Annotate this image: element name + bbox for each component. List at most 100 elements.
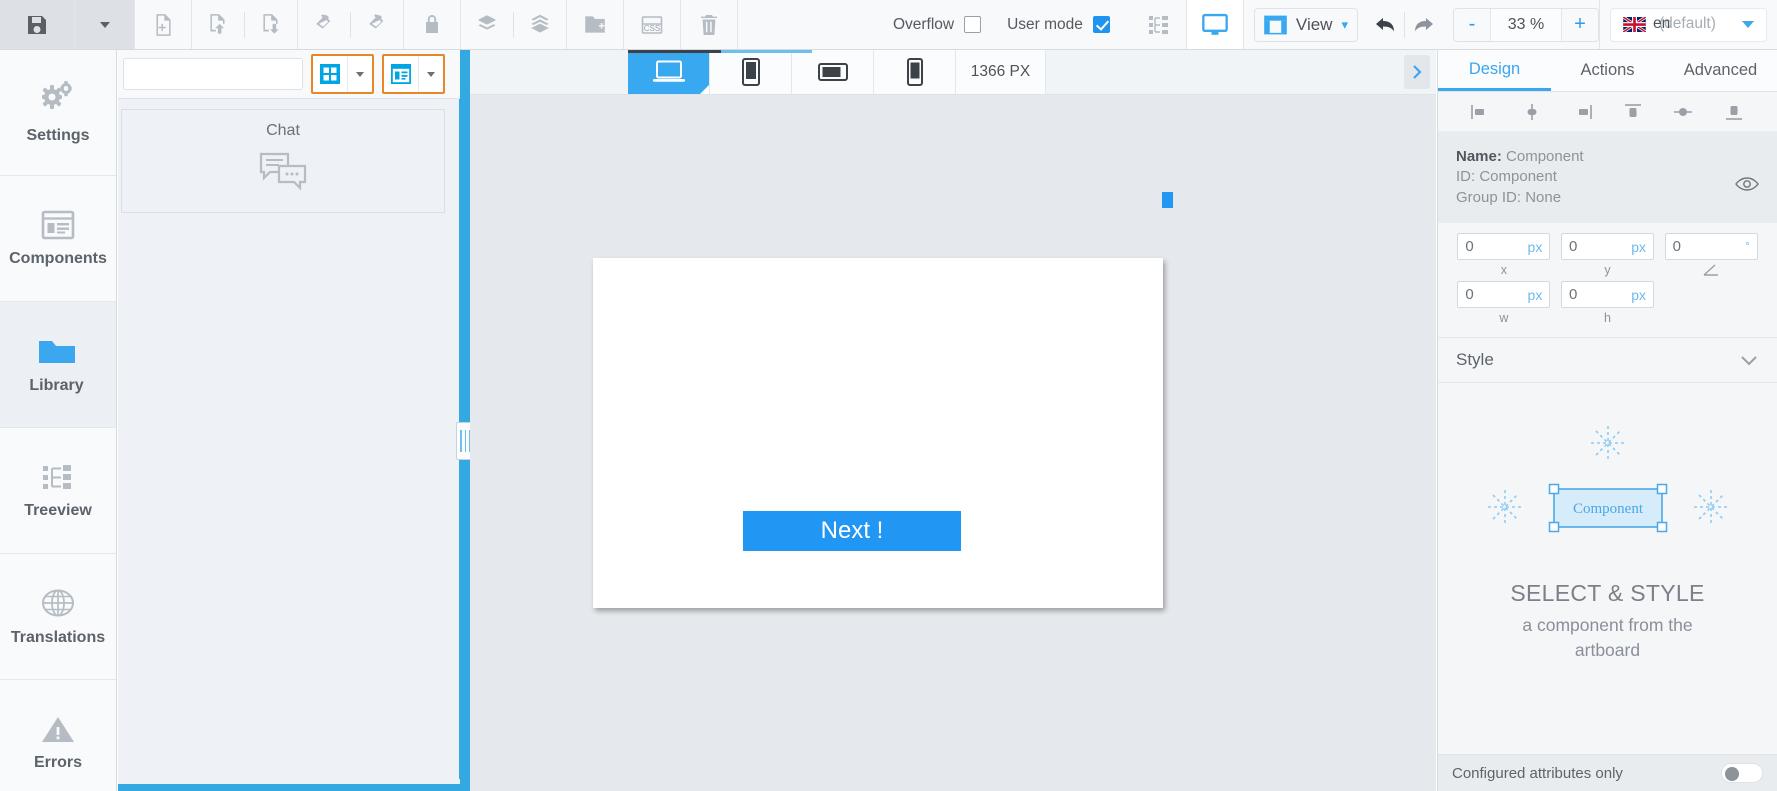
artboard-resize-handle[interactable] — [1162, 192, 1173, 208]
empty-state-subtitle-line2: artboard — [1575, 640, 1640, 660]
artboard[interactable]: Next ! — [593, 258, 1163, 608]
undo-button[interactable] — [1368, 14, 1404, 36]
angle-unit: ° — [1745, 241, 1749, 253]
x-input[interactable]: 0 px — [1457, 233, 1550, 260]
trash-icon — [697, 13, 721, 37]
panel-splitter[interactable] — [460, 50, 470, 791]
apply-style-button[interactable] — [298, 12, 350, 37]
angle-label — [1702, 263, 1720, 279]
language-selector[interactable]: (default) en — [1610, 8, 1767, 42]
w-label: w — [1499, 311, 1508, 327]
warning-icon — [40, 714, 76, 744]
h-input[interactable]: 0 px — [1561, 281, 1654, 308]
align-left-icon[interactable] — [1470, 102, 1492, 122]
device-tablet-landscape-button[interactable] — [792, 50, 874, 94]
gears-icon — [38, 81, 78, 117]
grid-view-dropdown-button[interactable] — [347, 56, 372, 92]
tab-design[interactable]: Design — [1438, 50, 1551, 91]
eye-icon[interactable] — [1735, 176, 1759, 192]
list-view-control — [382, 54, 445, 94]
delete-button[interactable] — [681, 0, 738, 49]
align-center-horizontal-icon[interactable] — [1521, 102, 1543, 122]
monitor-icon — [1201, 11, 1229, 39]
treeview-toggle-button[interactable] — [1132, 0, 1187, 49]
device-width-label: 1366 PX — [956, 50, 1046, 94]
layers-up-icon — [527, 12, 553, 38]
zoom-out-button[interactable]: - — [1454, 9, 1490, 41]
sidebar-item-components[interactable]: Components — [0, 176, 116, 302]
overflow-toggle[interactable]: Overflow — [885, 0, 989, 49]
next-button[interactable]: Next ! — [743, 511, 961, 551]
field-y: 0 px y — [1556, 233, 1660, 279]
tab-advanced[interactable]: Advanced — [1664, 50, 1777, 91]
export-file-button[interactable] — [245, 12, 297, 38]
top-toolbar: CSS Overflow User mode — [0, 0, 1777, 50]
list-view-button[interactable] — [384, 56, 418, 92]
bring-forward-button[interactable] — [514, 12, 566, 38]
y-input[interactable]: 0 px — [1561, 233, 1654, 260]
sidebar-item-settings[interactable]: Settings — [0, 50, 116, 176]
language-cell: (default) en — [1600, 0, 1777, 49]
collapse-inspector-button[interactable] — [1404, 55, 1430, 89]
align-right-icon[interactable] — [1571, 102, 1593, 122]
paint-bucket-icon — [312, 12, 337, 37]
redo-icon — [1411, 14, 1435, 36]
list-view-dropdown-button[interactable] — [418, 56, 443, 92]
illustration-label: Component — [1573, 501, 1644, 517]
view-menu-cell: View ▾ - 33 % + — [1244, 0, 1600, 49]
tab-actions[interactable]: Actions — [1551, 50, 1664, 91]
position-fields-row: 0 px x 0 px y 0 ° — [1438, 223, 1777, 281]
device-desktop-button[interactable] — [628, 50, 710, 94]
sidebar-item-treeview[interactable]: Treeview — [0, 428, 116, 554]
field-w: 0 px w — [1452, 281, 1556, 327]
device-phone-button[interactable] — [874, 50, 956, 94]
import-export-group — [192, 0, 298, 49]
overflow-checkbox[interactable] — [964, 16, 981, 33]
send-backward-button[interactable] — [461, 12, 513, 38]
css-button[interactable]: CSS — [624, 0, 681, 49]
sidebar-item-errors[interactable]: Errors — [0, 680, 116, 791]
preview-monitor-button[interactable] — [1187, 0, 1244, 49]
save-dropdown-button[interactable] — [75, 0, 135, 49]
save-button[interactable] — [0, 0, 75, 49]
add-folder-button[interactable] — [567, 0, 624, 49]
search-input[interactable] — [132, 66, 313, 82]
x-value: 0 — [1465, 238, 1473, 255]
library-toolbar — [118, 50, 466, 99]
view-button[interactable]: View ▾ — [1254, 8, 1358, 42]
configured-attributes-toggle[interactable] — [1721, 763, 1763, 783]
align-center-vertical-icon[interactable] — [1672, 102, 1694, 122]
lock-button[interactable] — [404, 0, 461, 49]
device-tablet-portrait-button[interactable] — [710, 50, 792, 94]
toggle-knob — [1725, 767, 1739, 781]
configured-attributes-label: Configured attributes only — [1452, 765, 1623, 782]
canvas-area[interactable]: 1366 PX Next ! — [470, 50, 1436, 791]
angle-input[interactable]: 0 ° — [1665, 233, 1758, 260]
device-toolbar-left-gap — [470, 50, 628, 94]
align-bottom-icon[interactable] — [1723, 102, 1745, 122]
import-file-button[interactable] — [192, 12, 244, 38]
align-top-icon[interactable] — [1622, 102, 1644, 122]
sidebar-item-translations[interactable]: Translations — [0, 554, 116, 680]
x-unit: px — [1528, 239, 1543, 255]
css-icon: CSS — [639, 12, 665, 38]
chevron-down-icon — [1742, 21, 1754, 28]
component-group-label: Group ID: — [1456, 189, 1521, 206]
zoom-in-button[interactable]: + — [1562, 9, 1598, 41]
grid-view-button[interactable] — [313, 56, 347, 92]
library-horizontal-scrollbar[interactable] — [118, 784, 460, 791]
new-file-button[interactable] — [135, 0, 192, 49]
laptop-icon — [652, 59, 686, 85]
select-style-illustration: Component — [1477, 421, 1739, 556]
phone-icon — [907, 58, 923, 86]
user-mode-toggle[interactable]: User mode — [989, 0, 1118, 49]
redo-button[interactable] — [1405, 14, 1441, 36]
library-card-chat[interactable]: Chat — [121, 109, 445, 213]
user-mode-checkbox[interactable] — [1093, 16, 1110, 33]
search-box[interactable] — [123, 58, 303, 90]
style-section-header[interactable]: Style — [1438, 337, 1777, 383]
y-value: 0 — [1569, 238, 1577, 255]
w-input[interactable]: 0 px — [1457, 281, 1550, 308]
sidebar-item-library[interactable]: Library — [0, 302, 116, 428]
copy-style-button[interactable] — [351, 12, 403, 37]
